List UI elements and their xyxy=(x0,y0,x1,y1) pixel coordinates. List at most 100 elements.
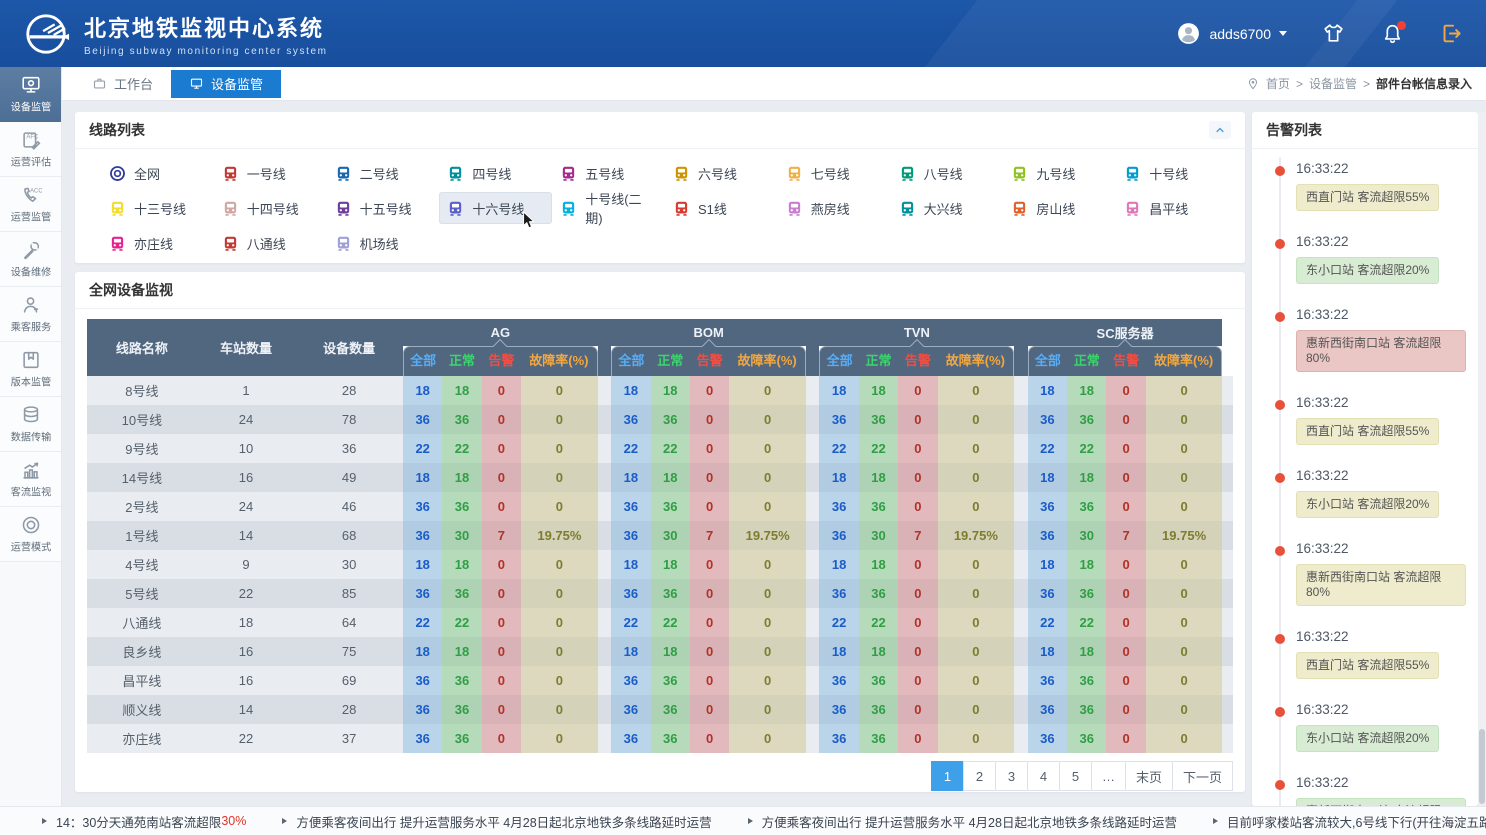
sidebar-item-operation-supervision[interactable]: ACC 运营监管 xyxy=(0,177,61,232)
panel-title: 线路列表 xyxy=(89,120,145,140)
theme-skin-icon[interactable] xyxy=(1321,21,1346,46)
line-item[interactable]: 五号线 xyxy=(552,157,665,189)
line-icon xyxy=(899,165,916,182)
alert-message[interactable]: 惠新西街南口站 客流超限80% xyxy=(1296,798,1466,806)
line-item[interactable]: 全网 xyxy=(101,157,214,189)
line-item[interactable]: 八通线 xyxy=(214,227,327,259)
column-gap xyxy=(598,608,611,637)
alert-time: 16:33:22 xyxy=(1296,395,1466,410)
cell-value: 19.75% xyxy=(729,521,806,550)
device-table-row[interactable]: 良乡线 16 75 18 18 0 0 xyxy=(87,637,1233,666)
device-table-row[interactable]: 昌平线 16 69 36 36 0 0 xyxy=(87,666,1233,695)
device-table-row[interactable]: 亦庄线 22 37 36 36 0 0 xyxy=(87,724,1233,753)
tab-device-monitor[interactable]: 设备监管 xyxy=(171,70,281,98)
alert-time: 16:33:22 xyxy=(1296,702,1466,717)
page-button[interactable]: 下一页 xyxy=(1172,761,1233,791)
alert-message[interactable]: 东小口站 客流超限20% xyxy=(1296,725,1439,752)
sidebar-item-data-transfer[interactable]: 数据传输 xyxy=(0,397,61,452)
sidebar-item-passenger-service[interactable]: 乘客服务 xyxy=(0,287,61,342)
sidebar-item-device-monitor[interactable]: 设备监管 xyxy=(0,67,61,122)
alert-dot-icon xyxy=(1275,312,1285,322)
line-item[interactable]: 十六号线 xyxy=(439,192,552,224)
line-item[interactable]: 房山线 xyxy=(1003,192,1116,224)
sidebar-item-operation-evaluation[interactable]: AFC 运营评估 xyxy=(0,122,61,177)
line-item[interactable]: 四号线 xyxy=(439,157,552,189)
device-table-row[interactable]: 1号线 14 68 36 30 7 19.75% xyxy=(87,521,1233,550)
line-item[interactable]: 十号线 xyxy=(1116,157,1229,189)
cell-value: 22 xyxy=(819,434,858,463)
cell-line-name: 亦庄线 xyxy=(87,724,197,753)
page-button[interactable]: 2 xyxy=(963,761,996,791)
cell-value: 0 xyxy=(898,724,937,753)
alert-message[interactable]: 东小口站 客流超限20% xyxy=(1296,491,1439,518)
line-item[interactable]: 一号线 xyxy=(214,157,327,189)
sidebar-item-passenger-flow[interactable]: 客流监视 xyxy=(0,452,61,507)
cell-value: 36 xyxy=(1028,695,1067,724)
device-table-row[interactable]: 4号线 9 30 18 18 0 0 xyxy=(87,550,1233,579)
device-table-row[interactable]: 14号线 16 49 18 18 0 0 xyxy=(87,463,1233,492)
alert-message[interactable]: 东小口站 客流超限20% xyxy=(1296,257,1439,284)
alert-message[interactable]: 西直门站 客流超限55% xyxy=(1296,184,1439,211)
subcol-fault-rate: 故障率(%) xyxy=(729,346,806,376)
logout-icon[interactable] xyxy=(1439,21,1464,46)
page-button[interactable]: 4 xyxy=(1027,761,1060,791)
sidebar-item-operation-mode[interactable]: 运营模式 xyxy=(0,507,61,562)
line-icon xyxy=(109,200,126,217)
page-button[interactable]: … xyxy=(1091,761,1126,791)
line-item[interactable]: 十五号线 xyxy=(327,192,440,224)
scrollbar[interactable] xyxy=(1478,112,1486,806)
device-table-row[interactable]: 5号线 22 85 36 36 0 0 xyxy=(87,579,1233,608)
line-item[interactable]: 七号线 xyxy=(778,157,891,189)
column-gap xyxy=(1222,376,1233,405)
column-gap xyxy=(1014,637,1027,666)
sidebar-item-version-supervision[interactable]: 版本监管 xyxy=(0,342,61,397)
page-button[interactable]: 5 xyxy=(1059,761,1092,791)
line-item[interactable]: S1线 xyxy=(665,192,778,224)
line-item[interactable]: 二号线 xyxy=(327,157,440,189)
alert-time: 16:33:22 xyxy=(1296,775,1466,790)
page-button[interactable]: 1 xyxy=(931,761,964,791)
line-item[interactable]: 昌平线 xyxy=(1116,192,1229,224)
device-table-row[interactable]: 9号线 10 36 22 22 0 0 xyxy=(87,434,1233,463)
user-menu[interactable]: adds6700 xyxy=(1176,21,1287,46)
alert-message[interactable]: 惠新西街南口站 客流超限80% xyxy=(1296,330,1466,372)
sidebar-item-label: 客流监视 xyxy=(10,484,50,499)
notifications-button[interactable] xyxy=(1380,21,1405,46)
page-button[interactable]: 末页 xyxy=(1125,761,1173,791)
line-item[interactable]: 机场线 xyxy=(327,227,440,259)
cell-value: 0 xyxy=(1106,463,1145,492)
breadcrumb-device-monitor[interactable]: 设备监管 xyxy=(1309,75,1357,92)
device-table-row[interactable]: 顺义线 14 28 36 36 0 0 xyxy=(87,695,1233,724)
cell-value: 0 xyxy=(729,463,806,492)
device-table-row[interactable]: 8号线 1 28 18 18 0 0 xyxy=(87,376,1233,405)
line-item[interactable]: 十号线(二期) xyxy=(552,192,665,224)
cell-value: 22 xyxy=(819,608,858,637)
device-table-row[interactable]: 10号线 24 78 36 36 0 0 xyxy=(87,405,1233,434)
scrollbar-thumb[interactable] xyxy=(1479,729,1485,804)
cell-value: 0 xyxy=(690,376,729,405)
device-table-row[interactable]: 八通线 18 64 22 22 0 0 xyxy=(87,608,1233,637)
subcol-normal: 正常 xyxy=(1067,346,1106,376)
line-item[interactable]: 亦庄线 xyxy=(101,227,214,259)
tab-workbench[interactable]: 工作台 xyxy=(74,70,171,98)
line-label: 十六号线 xyxy=(472,199,524,218)
column-gap xyxy=(598,492,611,521)
line-item[interactable]: 十三号线 xyxy=(101,192,214,224)
cell-value: 0 xyxy=(690,695,729,724)
line-item[interactable]: 十四号线 xyxy=(214,192,327,224)
device-table-row[interactable]: 2号线 24 46 36 36 0 0 xyxy=(87,492,1233,521)
breadcrumb-home[interactable]: 首页 xyxy=(1266,75,1290,92)
line-item[interactable]: 六号线 xyxy=(665,157,778,189)
line-item[interactable]: 八号线 xyxy=(891,157,1004,189)
line-item[interactable]: 九号线 xyxy=(1003,157,1116,189)
cell-value: 0 xyxy=(1146,724,1223,753)
line-item[interactable]: 大兴线 xyxy=(891,192,1004,224)
alert-message[interactable]: 惠新西街南口站 客流超限80% xyxy=(1296,564,1466,606)
line-item[interactable]: 燕房线 xyxy=(778,192,891,224)
cell-value: 18 xyxy=(403,637,442,666)
alert-message[interactable]: 西直门站 客流超限55% xyxy=(1296,418,1439,445)
page-button[interactable]: 3 xyxy=(995,761,1028,791)
alert-message[interactable]: 西直门站 客流超限55% xyxy=(1296,652,1439,679)
collapse-panel-button[interactable] xyxy=(1209,121,1231,139)
sidebar-item-equipment-repair[interactable]: 设备维修 xyxy=(0,232,61,287)
